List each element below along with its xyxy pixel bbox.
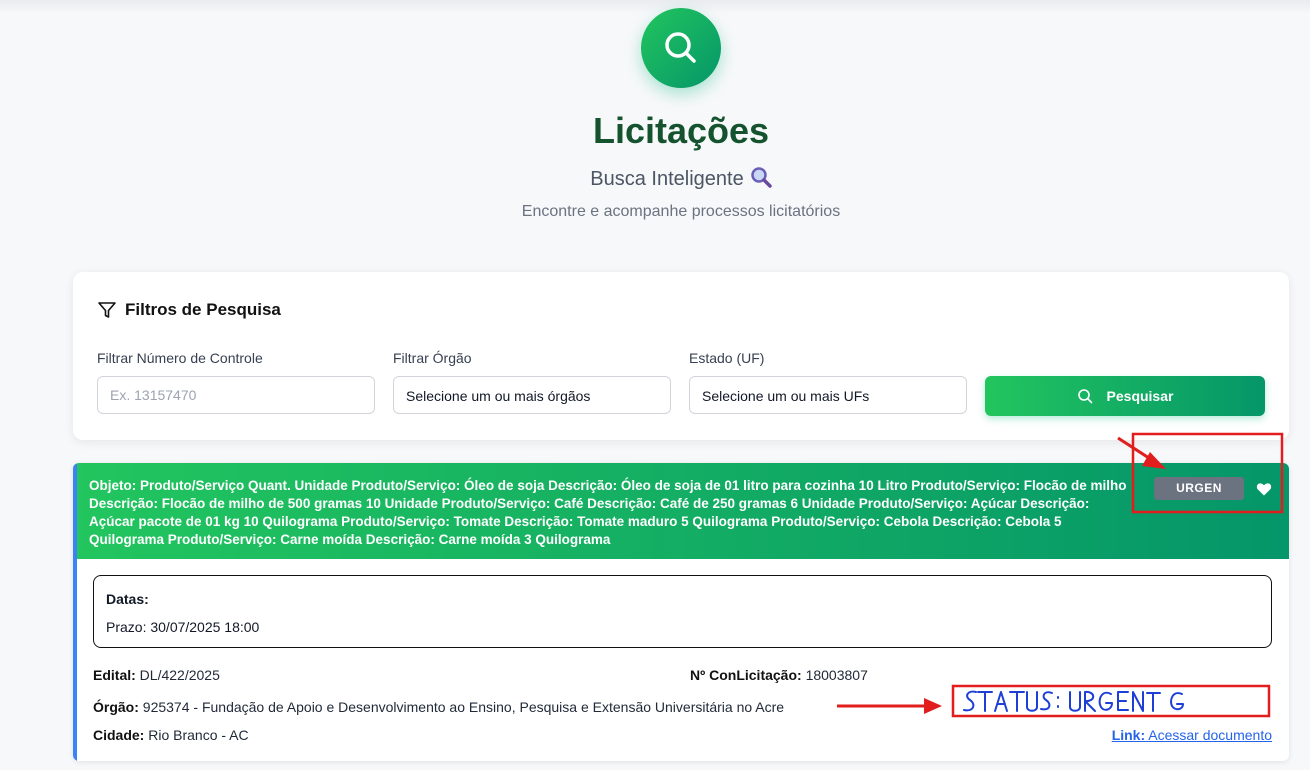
edital-value: DL/422/2025 bbox=[139, 667, 220, 683]
status-badge: URGEN bbox=[1154, 477, 1244, 500]
orgao-info-value: 925374 - Fundação de Apoio e Desenvolvim… bbox=[142, 699, 785, 715]
search-button-label: Pesquisar bbox=[1106, 388, 1174, 404]
annotation-arrow-badge bbox=[1117, 436, 1153, 462]
filters-panel: Filtros de Pesquisa Filtrar Número de Co… bbox=[73, 272, 1289, 440]
page-description: Encontre e acompanhe processos licitatór… bbox=[521, 203, 841, 220]
objeto-value: Produto/Serviço Quant. Unidade Produto/S… bbox=[89, 478, 1127, 547]
orgao-info-label: Órgão: bbox=[93, 699, 139, 715]
magnifier-emoji-icon bbox=[750, 166, 772, 194]
cidade-value: Rio Branco - AC bbox=[148, 727, 249, 743]
orgao-select[interactable]: Selecione um ou mais órgãos bbox=[393, 376, 671, 414]
controle-input[interactable] bbox=[97, 376, 375, 414]
card-header: Objeto: Produto/Serviço Quant. Unidade P… bbox=[73, 463, 1289, 559]
conlicitacao-label: Nº ConLicitação: bbox=[690, 667, 802, 683]
search-logo-icon bbox=[641, 8, 721, 88]
link-label: Link: bbox=[1111, 727, 1146, 743]
search-icon bbox=[1077, 389, 1092, 404]
edital-label: Edital: bbox=[93, 667, 136, 683]
result-card: Objeto: Produto/Serviço Quant. Unidade P… bbox=[73, 463, 1289, 761]
link-text: Acessar documento bbox=[1148, 727, 1272, 743]
datas-box: Datas: Prazo: 30/07/2025 18:00 bbox=[93, 575, 1272, 648]
objeto-label: Objeto: bbox=[89, 478, 137, 493]
filter-icon bbox=[98, 302, 116, 318]
objeto-text: Objeto: Produto/Serviço Quant. Unidade P… bbox=[89, 477, 1129, 549]
page-title: Licitações bbox=[592, 110, 770, 151]
filters-title-text: Filtros de Pesquisa bbox=[125, 300, 281, 319]
uf-label: Estado (UF) bbox=[689, 350, 765, 366]
cidade-label: Cidade: bbox=[93, 727, 145, 743]
edital-row: Edital: DL/422/2025 bbox=[93, 667, 220, 683]
page-subtitle: Busca Inteligente bbox=[0, 166, 1310, 194]
search-button[interactable]: Pesquisar bbox=[985, 376, 1265, 416]
subtitle-text: Busca Inteligente bbox=[590, 168, 744, 190]
conlicitacao-row: Nº ConLicitação: 18003807 bbox=[690, 667, 868, 683]
top-shade bbox=[0, 0, 1310, 14]
orgao-label: Filtrar Órgão bbox=[393, 350, 472, 366]
uf-select[interactable]: Selecione um ou mais UFs bbox=[689, 376, 967, 414]
controle-label: Filtrar Número de Controle bbox=[97, 350, 263, 366]
heart-icon[interactable] bbox=[1256, 481, 1272, 497]
filters-title: Filtros de Pesquisa bbox=[97, 300, 281, 320]
card-accent-bar bbox=[73, 463, 77, 761]
prazo-text: Prazo: 30/07/2025 18:00 bbox=[106, 619, 260, 635]
conlicitacao-value: 18003807 bbox=[805, 667, 868, 683]
document-link[interactable]: Link: Acessar documento bbox=[1112, 727, 1272, 743]
datas-label: Datas: bbox=[106, 591, 149, 607]
cidade-row: Cidade: Rio Branco - AC bbox=[93, 727, 249, 743]
orgao-row: Órgão: 925374 - Fundação de Apoio e Dese… bbox=[93, 699, 784, 715]
